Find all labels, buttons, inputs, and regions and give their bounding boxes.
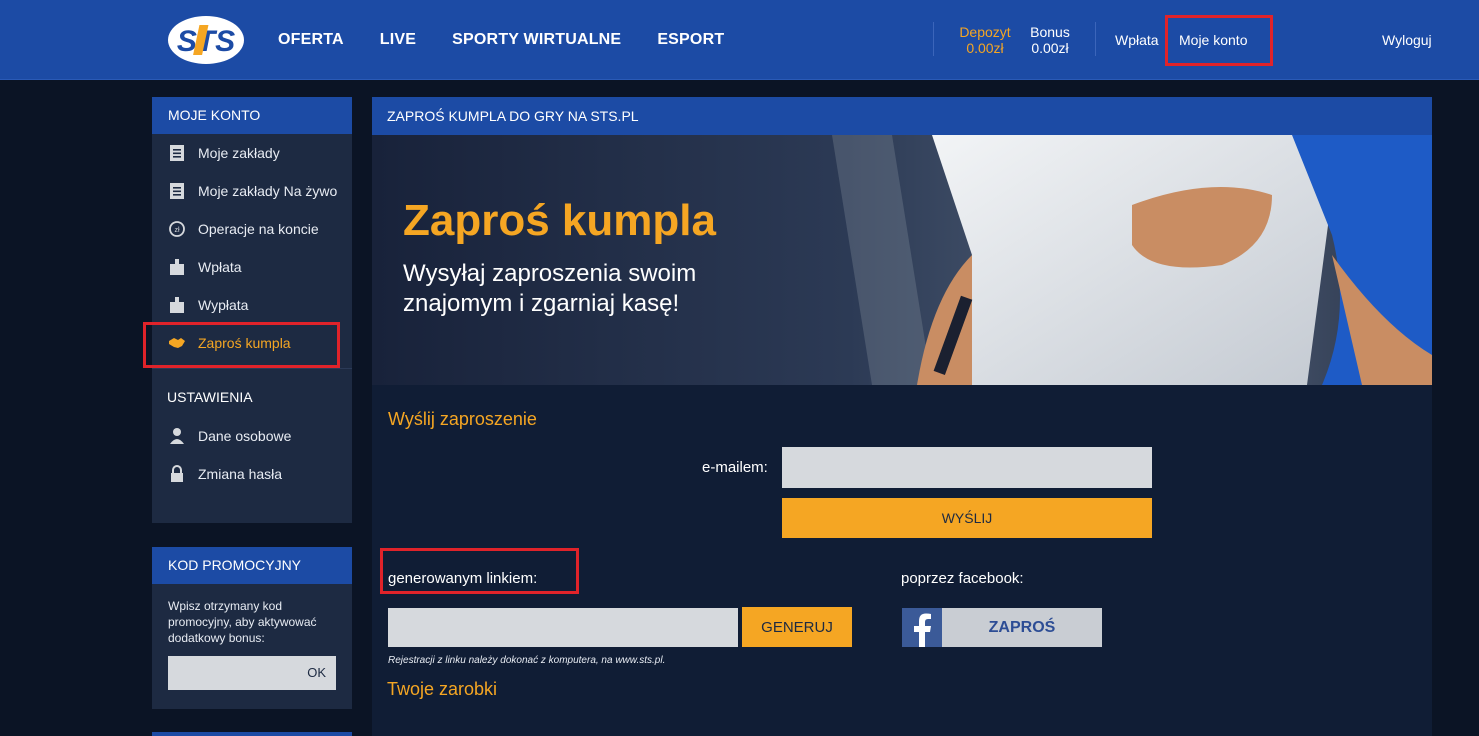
lock-icon [168, 465, 186, 483]
facebook-icon [902, 608, 942, 647]
facebook-label: poprzez facebook: [901, 570, 1024, 587]
sidebar-item-label: Moje zakłady Na żywo [198, 183, 338, 199]
account-panel-title: MOJE KONTO [152, 97, 352, 134]
main-content: ZAPROŚ KUMPLA DO GRY NA STS.PL Zaproś ku… [372, 97, 1432, 736]
invite-banner: Zaproś kumpla Wysyłaj zaproszenia swoim … [372, 135, 1432, 385]
refresh-icon: zł [168, 220, 186, 238]
divider [1095, 22, 1096, 56]
email-label: e-mailem: [702, 459, 768, 476]
nav-esport[interactable]: ESPORT [657, 31, 724, 49]
nav-oferta[interactable]: OFERTA [278, 31, 344, 49]
facebook-invite-label: ZAPROŚ [988, 618, 1056, 636]
link-note: Rejestracji z linku należy dokonać z kom… [388, 655, 666, 666]
sidebar-item-change-password[interactable]: Zmiana hasła [152, 455, 352, 493]
generated-link-input[interactable] [388, 608, 738, 647]
depozyt-value: 0.00zł [966, 40, 1004, 56]
next-panel-edge [152, 732, 352, 736]
promo-panel: KOD PROMOCYJNY Wpisz otrzymany kod promo… [152, 547, 352, 709]
nav-live[interactable]: LIVE [380, 31, 416, 49]
receipt-icon [168, 144, 186, 162]
sidebar-item-label: Zaproś kumpla [198, 335, 291, 351]
sidebar-item-account-operations[interactable]: zł Operacje na koncie [152, 210, 352, 248]
sidebar-item-deposit[interactable]: Wpłata [152, 248, 352, 286]
user-icon [168, 427, 186, 445]
depozyt-label: Depozyt [959, 24, 1011, 40]
sidebar-item-label: Zmiana hasła [198, 466, 283, 482]
promo-panel-title: KOD PROMOCYJNY [152, 547, 352, 584]
logout-link[interactable]: Wyloguj [1382, 32, 1432, 48]
sidebar-item-withdrawal[interactable]: Wypłata [152, 286, 352, 324]
top-bar: STS OFERTA LIVE SPORTY WIRTUALNE ESPORT … [0, 0, 1479, 80]
nav-sporty-wirtualne[interactable]: SPORTY WIRTUALNE [452, 31, 621, 49]
sidebar-item-label: Moje zakłady [198, 145, 280, 161]
bonus-value: 0.00zł [1031, 40, 1069, 56]
sidebar-item-label: Wpłata [198, 259, 242, 275]
deposit-link[interactable]: Wpłata [1115, 32, 1159, 48]
receipt-icon [168, 182, 186, 200]
divider [152, 368, 352, 369]
promo-ok-button[interactable]: OK [307, 665, 326, 680]
sidebar-item-my-live-bets[interactable]: Moje zakłady Na żywo [152, 172, 352, 210]
sidebar-item-invite-friend[interactable]: Zaproś kumpla [152, 324, 352, 362]
facebook-invite-button[interactable]: ZAPROŚ [902, 608, 1102, 647]
banner-subtitle: Wysyłaj zaproszenia swoim znajomym i zga… [403, 260, 697, 317]
account-panel: MOJE KONTO Moje zakłady Moje zakłady Na … [152, 97, 352, 523]
promo-description: Wpisz otrzymany kod promocyjny, aby akty… [168, 599, 317, 645]
svg-text:zł: zł [174, 227, 180, 234]
main-title: ZAPROŚ KUMPLA DO GRY NA STS.PL [372, 97, 1432, 135]
send-button[interactable]: WYŚLIJ [782, 498, 1152, 538]
earnings-title: Twoje zarobki [387, 679, 498, 699]
depozyt-balance: Depozyt 0.00zł [955, 24, 1015, 56]
sidebar-item-label: Operacje na koncie [198, 221, 319, 237]
wallet-icon [168, 258, 186, 276]
divider [933, 22, 934, 56]
sidebar-item-personal-data[interactable]: Dane osobowe [152, 417, 352, 455]
send-invite-title: Wyślij zaproszenie [388, 409, 537, 429]
sts-logo[interactable]: STS [166, 13, 246, 67]
bonus-balance: Bonus 0.00zł [1022, 24, 1078, 56]
generate-button[interactable]: GENERUJ [742, 607, 852, 647]
my-account-link[interactable]: Moje konto [1179, 32, 1247, 48]
sidebar-item-label: Wypłata [198, 297, 249, 313]
promo-code-input[interactable]: OK [168, 656, 336, 690]
main-nav: OFERTA LIVE SPORTY WIRTUALNE ESPORT [278, 0, 724, 80]
email-input[interactable] [782, 447, 1152, 488]
banner-title: Zaproś kumpla [403, 196, 716, 245]
bonus-label: Bonus [1030, 24, 1070, 40]
sidebar-item-label: Dane osobowe [198, 428, 292, 444]
handshake-icon [168, 334, 186, 352]
link-label: generowanym linkiem: [388, 570, 538, 587]
wallet-icon [168, 296, 186, 314]
sidebar-item-my-bets[interactable]: Moje zakłady [152, 134, 352, 172]
settings-title: USTAWIENIA [167, 389, 253, 405]
